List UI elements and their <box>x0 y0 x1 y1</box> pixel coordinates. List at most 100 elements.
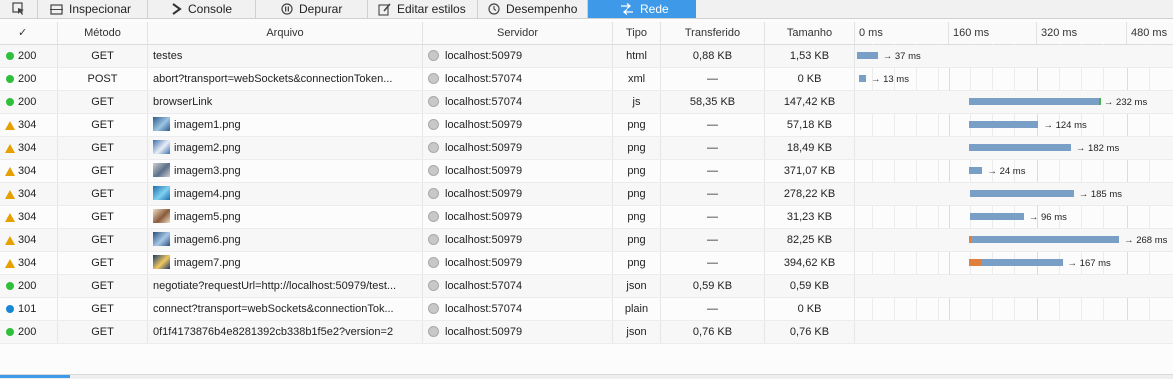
tab-network-label: Rede <box>640 2 669 16</box>
transferred-cell: — <box>661 68 765 90</box>
column-file[interactable]: Arquivo <box>148 22 423 44</box>
timing-bar <box>969 167 983 174</box>
tab-debug[interactable]: Depurar <box>256 0 368 18</box>
tab-performance[interactable]: Desempenho <box>478 0 588 18</box>
tab-inspect[interactable]: Inspecionar <box>38 0 148 18</box>
file-cell[interactable]: testes <box>148 45 423 67</box>
table-row[interactable]: 304 GET imagem2.png localhost:50979 png —18,4… <box>0 137 1173 160</box>
file-name: imagem6.png <box>174 234 241 246</box>
select-element-button[interactable] <box>0 0 38 18</box>
globe-icon <box>428 234 439 245</box>
file-cell[interactable]: imagem3.png <box>148 160 423 182</box>
file-cell[interactable]: abort?transport=webSockets&connectionTok… <box>148 68 423 90</box>
method-cell: GET <box>58 91 148 113</box>
file-cell[interactable]: browserLink <box>148 91 423 113</box>
method-cell: GET <box>58 45 148 67</box>
file-cell[interactable]: imagem4.png <box>148 183 423 205</box>
table-row[interactable]: 200 GET negotiate?requestUrl=http://localh… <box>0 275 1173 298</box>
status-cell: 304 <box>0 229 58 251</box>
table-row[interactable]: 304 GET imagem1.png localhost:50979 png —57,1… <box>0 114 1173 137</box>
file-name: 0f1f4173876b4e8281392cb338b1f5e2?version… <box>153 326 394 338</box>
image-thumbnail-icon <box>153 117 170 132</box>
file-cell[interactable]: connect?transport=webSockets&connectionT… <box>148 298 423 320</box>
server-name: localhost:50979 <box>445 50 523 62</box>
file-name: imagem1.png <box>174 119 241 131</box>
table-row[interactable]: 304 GET imagem6.png localhost:50979 png —82,2… <box>0 229 1173 252</box>
image-thumbnail-icon <box>153 163 170 178</box>
cursor-select-icon <box>11 2 24 15</box>
method-cell: GET <box>58 321 148 343</box>
column-transferred[interactable]: Transferido <box>661 22 765 44</box>
globe-icon <box>428 303 439 314</box>
server-cell: localhost:50979 <box>423 321 613 343</box>
timing-label: → 268 ms <box>1124 235 1168 246</box>
tab-console[interactable]: Console <box>148 0 256 18</box>
file-cell[interactable]: imagem2.png <box>148 137 423 159</box>
table-row[interactable]: 304 GET imagem3.png localhost:50979 png —371,… <box>0 160 1173 183</box>
timing-label: → 124 ms <box>1043 120 1087 131</box>
file-name: browserLink <box>153 96 213 108</box>
timeline-tick-480: 480 ms <box>1131 27 1168 39</box>
image-thumbnail-icon <box>153 232 170 247</box>
status-dot-icon <box>6 98 14 106</box>
warning-triangle-icon <box>5 121 15 130</box>
server-name: localhost:50979 <box>445 188 523 200</box>
server-name: localhost:50979 <box>445 142 523 154</box>
table-row[interactable]: 200 POST abort?transport=webSockets&connec… <box>0 68 1173 91</box>
tab-console-label: Console <box>188 2 233 16</box>
file-name: imagem2.png <box>174 142 241 154</box>
table-row[interactable]: 200 GET browserLink localhost:57074 js 58,35 … <box>0 91 1173 114</box>
timeline-tick-0: 0 ms <box>855 22 949 44</box>
status-code: 200 <box>18 280 37 292</box>
size-cell: 31,23 KB <box>765 206 855 228</box>
pause-circle-icon <box>281 3 293 15</box>
server-name: localhost:50979 <box>445 119 523 131</box>
table-row[interactable]: 101 GET connect?transport=webSockets&conne… <box>0 298 1173 321</box>
devtools-toolbar: Inspecionar Console Depurar Editar estil… <box>0 0 1173 19</box>
table-row[interactable]: 200 GET testes localhost:50979 html 0,88 KB 1,… <box>0 45 1173 68</box>
type-cell: js <box>613 91 661 113</box>
table-row[interactable]: 304 GET imagem7.png localhost:50979 png —394,… <box>0 252 1173 275</box>
file-cell[interactable]: 0f1f4173876b4e8281392cb338b1f5e2?version… <box>148 321 423 343</box>
timeline-cell: → 185 ms <box>855 183 1173 205</box>
timing-bar <box>969 121 1039 128</box>
server-name: localhost:57074 <box>445 280 523 292</box>
bottom-tab-strip <box>0 374 1173 379</box>
tab-performance-label: Desempenho <box>506 2 578 16</box>
globe-icon <box>428 73 439 84</box>
file-cell[interactable]: imagem1.png <box>148 114 423 136</box>
type-cell: png <box>613 114 661 136</box>
table-row[interactable]: 200 GET 0f1f4173876b4e8281392cb338b1f5e2?v… <box>0 321 1173 344</box>
size-cell: 0 KB <box>765 68 855 90</box>
size-cell: 147,42 KB <box>765 91 855 113</box>
table-row[interactable]: 304 GET imagem4.png localhost:50979 png —278,… <box>0 183 1173 206</box>
column-type[interactable]: Tipo <box>613 22 661 44</box>
network-arrows-icon <box>621 3 633 15</box>
clock-icon <box>488 3 500 15</box>
status-code: 304 <box>18 234 37 246</box>
size-cell: 0,59 KB <box>765 275 855 297</box>
status-cell: 304 <box>0 160 58 182</box>
warning-triangle-icon <box>5 190 15 199</box>
status-cell: 200 <box>0 68 58 90</box>
tab-edit-styles[interactable]: Editar estilos <box>368 0 478 18</box>
warning-triangle-icon <box>5 236 15 245</box>
size-cell: 371,07 KB <box>765 160 855 182</box>
column-size[interactable]: Tamanho <box>765 22 855 44</box>
file-cell[interactable]: imagem6.png <box>148 229 423 251</box>
type-cell: png <box>613 137 661 159</box>
tab-edit-styles-label: Editar estilos <box>397 2 466 16</box>
file-cell[interactable]: imagem5.png <box>148 206 423 228</box>
table-row[interactable]: 304 GET imagem5.png localhost:50979 png —31,2… <box>0 206 1173 229</box>
timing-bar <box>970 213 1024 220</box>
column-method[interactable]: Método <box>58 22 148 44</box>
timing-bar <box>971 236 1120 243</box>
file-cell[interactable]: negotiate?requestUrl=http://localhost:50… <box>148 275 423 297</box>
status-dot-icon <box>6 75 14 83</box>
column-check[interactable]: ✓ <box>0 22 58 44</box>
file-name: imagem7.png <box>174 257 241 269</box>
tab-network[interactable]: Rede <box>588 0 696 18</box>
status-dot-icon <box>6 52 14 60</box>
file-cell[interactable]: imagem7.png <box>148 252 423 274</box>
column-server[interactable]: Servidor <box>423 22 613 44</box>
